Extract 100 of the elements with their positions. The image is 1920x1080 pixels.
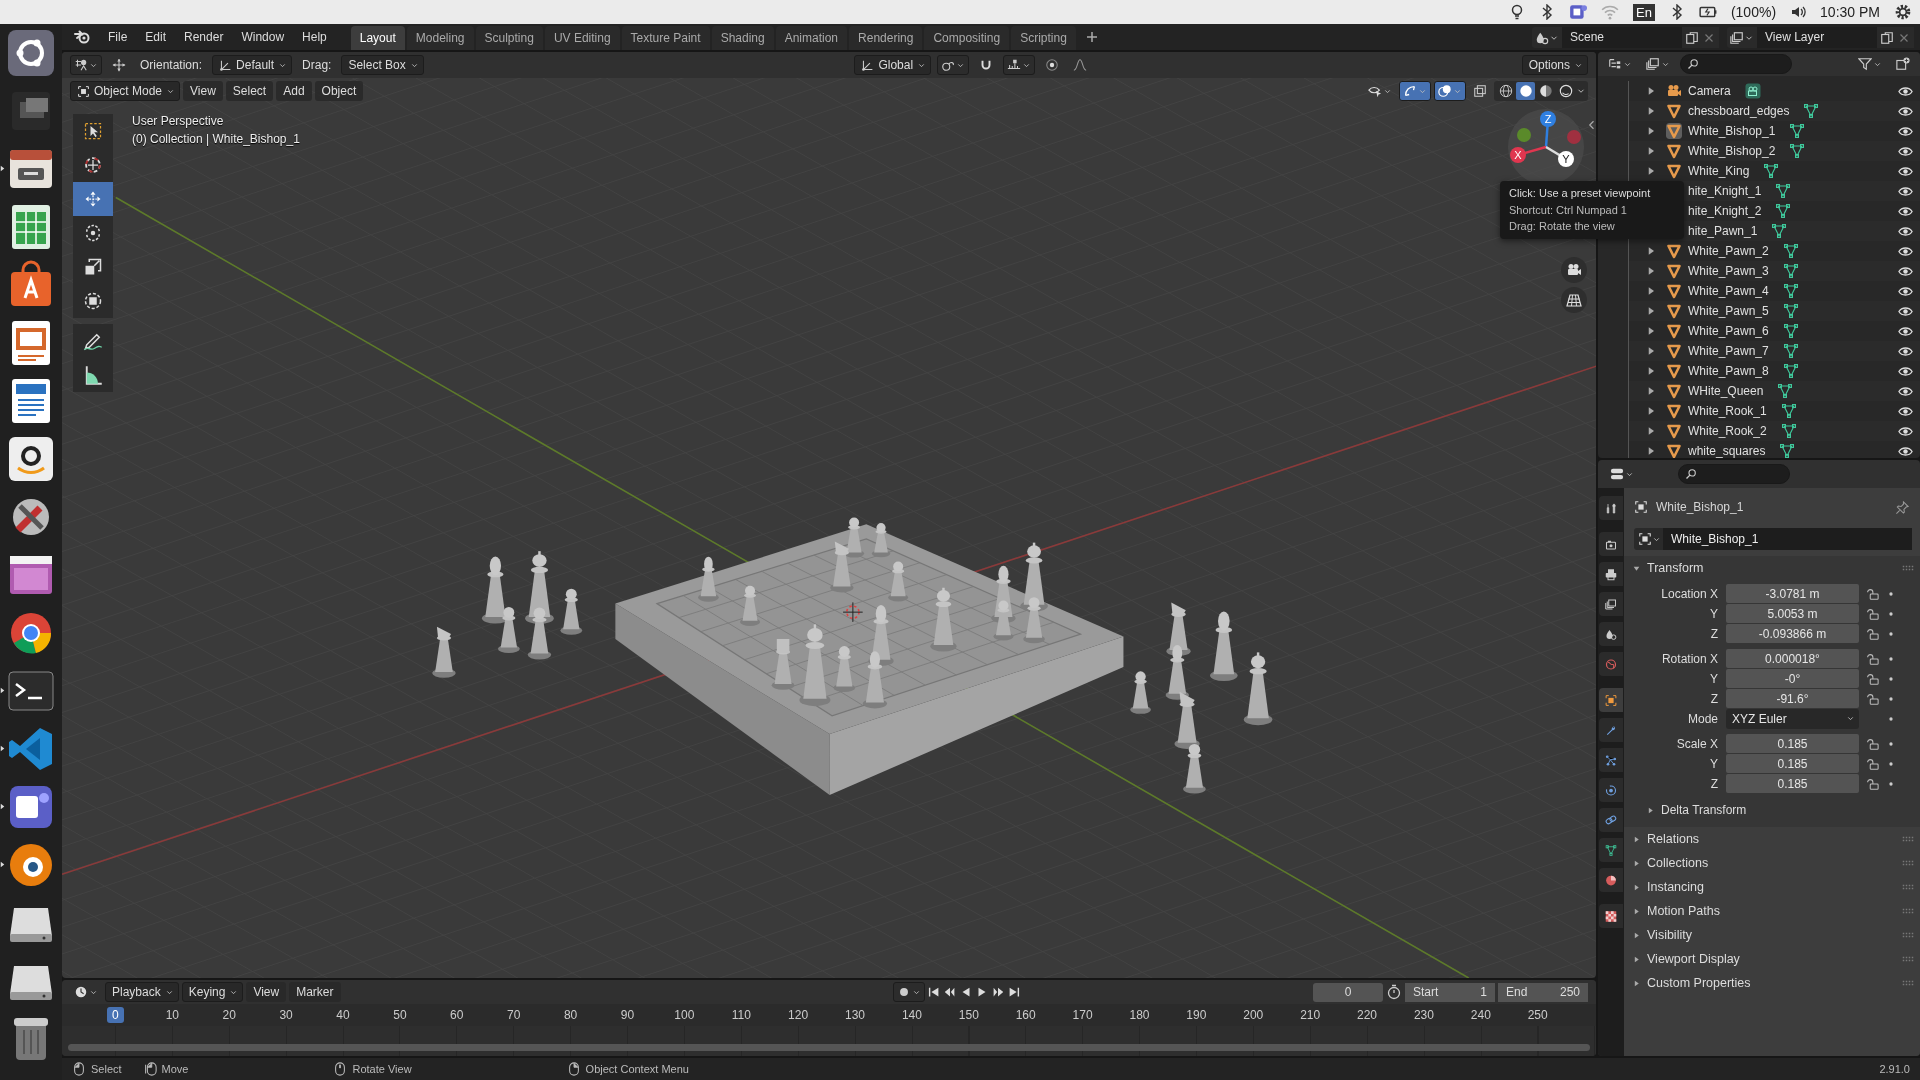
viewport-info-text: (0) Collection | White_Bishop_1 (132, 131, 300, 148)
frame-number: 140 (900, 1008, 923, 1022)
field-label: Scale X (1675, 736, 1719, 751)
outliner-item[interactable]: White_Pawn_3 (1688, 264, 1769, 278)
drag-dropdown[interactable]: Select Box (341, 55, 424, 75)
outliner-item[interactable]: White_Pawn_8 (1688, 364, 1769, 378)
object-name-field[interactable]: White_Bishop_1 (1663, 528, 1912, 550)
axis-handle[interactable]: Z (1540, 111, 1556, 127)
status-hint: Move (161, 1063, 189, 1075)
frame-number: 170 (1071, 1008, 1094, 1022)
number-field[interactable]: 0.185 (1726, 734, 1859, 753)
outliner-item[interactable]: WHite_Queen (1688, 384, 1764, 398)
frame-number: 210 (1299, 1008, 1322, 1022)
clock[interactable]: 10:30 PM (1820, 4, 1880, 20)
number-field[interactable]: 5.0053 m (1726, 604, 1859, 623)
outliner-item[interactable]: white_squares (1688, 444, 1766, 458)
field-label: Mode (1686, 711, 1719, 726)
outliner-item[interactable]: hite_Pawn_1 (1688, 224, 1758, 238)
outliner-item[interactable]: White_Bishop_2 (1688, 144, 1776, 158)
number-field[interactable]: -91.6° (1726, 689, 1859, 708)
workspace-tab[interactable]: Texture Paint (621, 26, 710, 50)
frame-number: 90 (619, 1008, 636, 1022)
menu-item[interactable]: Add (276, 81, 312, 101)
workspace-tab[interactable]: Scripting (1011, 26, 1076, 50)
field-label: Y (1709, 606, 1719, 621)
number-field[interactable]: -0° (1726, 669, 1859, 688)
outliner-item[interactable]: White_Pawn_6 (1688, 324, 1769, 338)
mode-dropdown[interactable]: XYZ Euler (1726, 708, 1859, 729)
outliner-item[interactable]: White_King (1688, 164, 1750, 178)
playhead-frame[interactable]: 0 (107, 1007, 124, 1023)
number-field[interactable]: 0.185 (1726, 774, 1859, 793)
end-frame-field[interactable]: End 250 (1498, 982, 1588, 1002)
frame-number: 190 (1185, 1008, 1208, 1022)
menu-item[interactable]: Window (233, 26, 293, 50)
menu-item[interactable]: File (100, 26, 136, 50)
status-hint: Rotate View (352, 1063, 412, 1075)
frame-number: 250 (1526, 1008, 1549, 1022)
menu-dropdown[interactable]: Keying (181, 982, 244, 1002)
menu-item[interactable]: Object (314, 81, 364, 101)
tooltip-line: Drag: Rotate the view (1509, 219, 1616, 234)
menu-dropdown[interactable]: Playback (105, 982, 179, 1002)
panel-header[interactable]: Delta Transform (1624, 799, 1920, 821)
scene-selector[interactable]: Scene (1562, 27, 1682, 48)
version-number: 2.91.0 (1879, 1063, 1910, 1075)
mode-dropdown[interactable]: Object Mode (70, 81, 181, 101)
workspace-tab[interactable]: Animation (775, 26, 848, 50)
tooltip-line: Click: Use a preset viewpoint (1509, 186, 1652, 201)
field-label: Rotation X (1660, 651, 1719, 666)
workspace-tab[interactable]: UV Editing (544, 26, 620, 50)
menu-item[interactable]: Render (176, 26, 232, 50)
outliner-item[interactable]: White_Pawn_7 (1688, 344, 1769, 358)
field-label: Z (1709, 691, 1719, 706)
start-frame-field[interactable]: Start 1 (1405, 982, 1495, 1002)
outliner-item[interactable]: White_Pawn_2 (1688, 244, 1769, 258)
workspace-tab[interactable]: Compositing (924, 26, 1010, 50)
workspace-tab[interactable]: Modeling (406, 26, 474, 50)
menu-item[interactable]: Marker (289, 982, 341, 1002)
number-field[interactable]: -3.0781 m (1726, 584, 1859, 603)
orientation-dropdown[interactable]: Default (212, 55, 293, 75)
frame-number: 230 (1412, 1008, 1435, 1022)
number-field[interactable]: -0.093866 m (1726, 624, 1859, 643)
outliner-item[interactable]: White_Bishop_1 (1688, 124, 1776, 138)
outliner-item[interactable]: hite_Knight_1 (1688, 184, 1762, 198)
menu-item[interactable]: View (246, 982, 287, 1002)
frame-number: 120 (787, 1008, 810, 1022)
menu-item[interactable]: Edit (137, 26, 175, 50)
workspace-tab[interactable]: Rendering (849, 26, 923, 50)
outliner-item[interactable]: hite_Knight_2 (1688, 204, 1762, 218)
frame-number: 100 (673, 1008, 696, 1022)
field-label: Z (1709, 776, 1719, 791)
current-frame-field[interactable]: 0 (1313, 982, 1383, 1002)
outliner-item[interactable]: White_Pawn_4 (1688, 284, 1769, 298)
axis-handle[interactable]: Y (1558, 151, 1574, 167)
frame-number: 240 (1469, 1008, 1492, 1022)
outliner-item[interactable]: White_Pawn_5 (1688, 304, 1769, 318)
outliner-item[interactable]: White_Rook_1 (1688, 404, 1767, 418)
number-field[interactable]: 0.000018° (1726, 649, 1859, 668)
frame-number: 50 (392, 1008, 408, 1022)
menu-item[interactable]: View (183, 81, 223, 101)
menu-item[interactable]: Help (294, 26, 335, 50)
menu-item[interactable]: Select (225, 81, 274, 101)
outliner-item[interactable]: White_Rook_2 (1688, 424, 1767, 438)
frame-number: 160 (1014, 1008, 1037, 1022)
number-field[interactable]: 0.185 (1726, 754, 1859, 773)
view-layer-selector[interactable]: View Layer (1757, 27, 1877, 48)
workspace-tab[interactable]: Sculpting (475, 26, 543, 50)
frame-number: 200 (1242, 1008, 1265, 1022)
field-label: Y (1709, 671, 1719, 686)
frame-number: 80 (562, 1008, 579, 1022)
frame-number: 70 (506, 1008, 522, 1022)
workspace-tab[interactable]: Layout (350, 26, 405, 50)
workspace-tab[interactable]: Shading (711, 26, 774, 50)
outliner-item[interactable]: chessboard_edges (1688, 104, 1790, 118)
options-dropdown[interactable]: Options (1521, 55, 1588, 75)
transform-orientation-dropdown[interactable]: Global (854, 55, 932, 75)
outliner-item[interactable]: Camera (1688, 84, 1731, 98)
axis-handle[interactable]: X (1510, 147, 1526, 163)
keyboard-layout-indicator[interactable]: En (1633, 3, 1655, 21)
status-hint: Object Context Menu (585, 1063, 689, 1075)
drag-label: Drag: (301, 58, 333, 72)
